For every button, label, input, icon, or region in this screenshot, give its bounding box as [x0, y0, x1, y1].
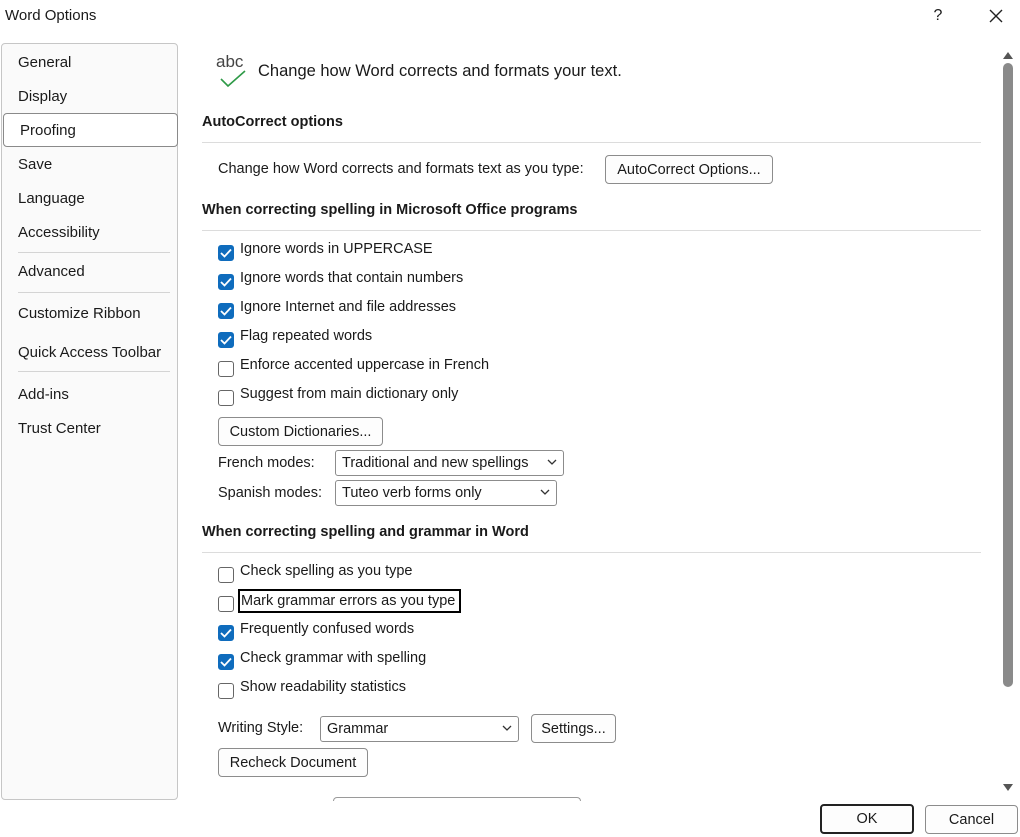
nav-separator [18, 252, 170, 253]
clipped-control [333, 797, 581, 801]
abc-icon-text: abc [216, 52, 244, 71]
close-button[interactable] [978, 2, 1014, 30]
spanish-modes-value: Tuteo verb forms only [342, 485, 482, 501]
checkbox[interactable] [218, 303, 234, 319]
section-title-word-grammar: When correcting spelling and grammar in … [202, 524, 529, 540]
checkbox[interactable] [218, 683, 234, 699]
checkbox[interactable] [218, 332, 234, 348]
checkbox-label[interactable]: Show readability statistics [240, 679, 406, 695]
french-modes-label: French modes: [218, 455, 315, 471]
checkbox-label[interactable]: Ignore words that contain numbers [240, 270, 463, 286]
checkbox[interactable] [218, 390, 234, 406]
section-divider [202, 142, 981, 143]
check-icon [220, 657, 232, 667]
checkbox-label[interactable]: Suggest from main dictionary only [240, 386, 458, 402]
checkbox-label[interactable]: Mark grammar errors as you type [238, 589, 462, 613]
check-icon [220, 306, 232, 316]
checkbox-label[interactable]: Check spelling as you type [240, 563, 413, 579]
chevron-down-icon [540, 489, 550, 495]
section-title-office-spelling: When correcting spelling in Microsoft Of… [202, 202, 578, 218]
nav-separator [18, 371, 170, 372]
writing-style-settings-button[interactable]: Settings... [531, 714, 616, 743]
nav-item-display[interactable]: Display [2, 79, 177, 113]
checkbox-label[interactable]: Frequently confused words [240, 621, 414, 637]
checkbox-label[interactable]: Check grammar with spelling [240, 650, 426, 666]
page-header: Change how Word corrects and formats you… [258, 62, 622, 80]
window-title: Word Options [5, 7, 97, 24]
check-icon [220, 277, 232, 287]
options-nav: General Display Proofing Save Language A… [1, 43, 178, 800]
checkbox[interactable] [218, 625, 234, 641]
cancel-button[interactable]: Cancel [925, 805, 1018, 834]
checkbox-label[interactable]: Ignore words in UPPERCASE [240, 241, 433, 257]
nav-item-quick-access-toolbar[interactable]: Quick Access Toolbar [2, 335, 177, 369]
section-title-autocorrect: AutoCorrect options [202, 114, 343, 130]
checkbox[interactable] [218, 361, 234, 377]
checkbox[interactable] [218, 245, 234, 261]
checkbox[interactable] [218, 596, 234, 612]
autocorrect-options-button[interactable]: AutoCorrect Options... [605, 155, 773, 184]
nav-separator [18, 292, 170, 293]
check-icon [220, 628, 232, 638]
writing-style-value: Grammar [327, 721, 389, 737]
nav-item-trust-center[interactable]: Trust Center [2, 411, 177, 445]
chevron-down-icon [547, 459, 557, 465]
custom-dictionaries-button[interactable]: Custom Dictionaries... [218, 417, 383, 446]
check-icon [220, 248, 232, 258]
spanish-modes-label: Spanish modes: [218, 485, 322, 501]
writing-style-select[interactable]: Grammar [320, 716, 519, 742]
nav-item-save[interactable]: Save [2, 147, 177, 181]
nav-item-language[interactable]: Language [2, 181, 177, 215]
nav-item-proofing[interactable]: Proofing [3, 113, 178, 147]
spanish-modes-select[interactable]: Tuteo verb forms only [335, 480, 557, 506]
section-divider [202, 230, 981, 231]
scroll-down-icon[interactable] [1002, 783, 1014, 793]
autocorrect-label: Change how Word corrects and formats tex… [218, 161, 584, 177]
checkbox[interactable] [218, 567, 234, 583]
nav-item-general[interactable]: General [2, 45, 177, 79]
chevron-down-icon [502, 725, 512, 731]
nav-item-accessibility[interactable]: Accessibility [2, 215, 177, 249]
nav-item-advanced[interactable]: Advanced [2, 254, 177, 288]
writing-style-label: Writing Style: [218, 720, 304, 736]
checkbox-label[interactable]: Flag repeated words [240, 328, 372, 344]
checkbox[interactable] [218, 274, 234, 290]
section-divider [202, 552, 981, 553]
checkbox-label[interactable]: Enforce accented uppercase in French [240, 357, 489, 373]
close-icon [989, 9, 1003, 23]
french-modes-select[interactable]: Traditional and new spellings [335, 450, 564, 476]
check-icon [220, 335, 232, 345]
nav-item-customize-ribbon[interactable]: Customize Ribbon [2, 296, 177, 330]
checkmark-icon [220, 70, 246, 88]
proofing-icon: abc [214, 50, 250, 90]
recheck-document-button[interactable]: Recheck Document [218, 748, 368, 777]
help-button[interactable]: ? [920, 2, 956, 30]
checkbox-label[interactable]: Ignore Internet and file addresses [240, 299, 456, 315]
checkbox[interactable] [218, 654, 234, 670]
ok-button[interactable]: OK [820, 804, 914, 834]
scroll-up-icon[interactable] [1002, 50, 1014, 60]
nav-item-add-ins[interactable]: Add-ins [2, 377, 177, 411]
french-modes-value: Traditional and new spellings [342, 455, 529, 471]
scrollbar-thumb[interactable] [1003, 63, 1013, 687]
